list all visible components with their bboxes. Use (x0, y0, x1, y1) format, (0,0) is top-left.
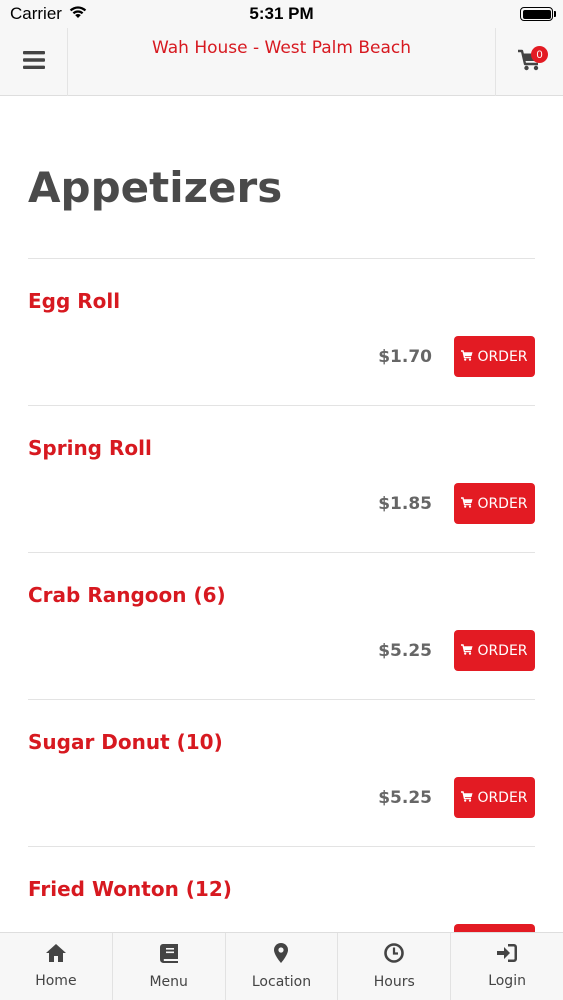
tab-menu[interactable]: Menu (113, 933, 226, 1000)
tab-location[interactable]: Location (226, 933, 339, 1000)
status-left: Carrier (10, 4, 170, 24)
cart-count-badge: 0 (531, 46, 548, 63)
tab-label: Login (488, 973, 526, 989)
item-name[interactable]: Fried Wonton (12) (28, 877, 232, 901)
item-order-row: $5.25 ORDER (378, 630, 535, 671)
hamburger-icon (22, 50, 45, 74)
tab-label: Menu (149, 973, 188, 990)
tab-label: Location (251, 974, 312, 990)
menu-item[interactable]: Sugar Donut (10) $5.25 ORDER (28, 700, 535, 847)
order-button[interactable]: ORDER (454, 777, 535, 818)
item-order-row: $1.85 ORDER (378, 483, 535, 524)
wifi-icon (68, 4, 88, 24)
status-time: 5:31 PM (249, 4, 314, 23)
order-label: ORDER (477, 642, 528, 659)
cart-plus-icon (461, 643, 473, 659)
item-name[interactable]: Egg Roll (28, 289, 120, 313)
carrier-label: Carrier (10, 4, 62, 23)
tab-login[interactable]: Login (451, 933, 563, 1000)
bottom-tab-bar: Home Menu Location Hours Login (0, 932, 563, 1000)
order-button[interactable]: ORDER (454, 336, 535, 377)
item-price: $1.70 (378, 346, 432, 367)
item-name[interactable]: Sugar Donut (10) (28, 730, 223, 754)
page-title: Wah House - West Palm Beach (152, 38, 411, 58)
item-price: $1.85 (378, 493, 432, 514)
section-title: Appetizers (28, 163, 283, 212)
nav-bar: Wah House - West Palm Beach 0 (0, 28, 563, 96)
order-label: ORDER (477, 495, 528, 512)
book-icon (159, 943, 178, 968)
status-bar: Carrier 5:31 PM (0, 0, 563, 28)
menu-item[interactable]: Fried Wonton (12) ORDER (28, 847, 535, 932)
map-pin-icon (274, 943, 289, 968)
order-button[interactable]: ORDER (454, 483, 535, 524)
item-order-row: ORDER (432, 924, 535, 932)
tab-home[interactable]: Home (0, 933, 113, 1000)
item-name[interactable]: Spring Roll (28, 436, 152, 460)
sign-in-icon (497, 944, 518, 967)
menu-item[interactable]: Spring Roll $1.85 ORDER (28, 406, 535, 553)
tab-hours[interactable]: Hours (338, 933, 452, 1000)
cart-plus-icon (461, 349, 473, 365)
item-order-row: $5.25 ORDER (378, 777, 535, 818)
tab-label: Hours (373, 974, 415, 990)
battery-icon (520, 7, 556, 21)
menu-item[interactable]: Egg Roll $1.70 ORDER (28, 259, 535, 406)
cart-button[interactable]: 0 (495, 28, 563, 96)
cart-plus-icon (461, 496, 473, 512)
item-price: $5.25 (378, 787, 432, 808)
menu-content: Appetizers Egg Roll $1.70 ORDER Spring R… (28, 96, 535, 932)
menu-item[interactable]: Crab Rangoon (6) $5.25 ORDER (28, 553, 535, 700)
item-order-row: $1.70 ORDER (378, 336, 535, 377)
hamburger-menu-button[interactable] (0, 28, 68, 96)
item-price: $5.25 (378, 640, 432, 661)
order-label: ORDER (477, 348, 528, 365)
clock-icon (384, 943, 405, 968)
order-button[interactable]: ORDER (454, 630, 535, 671)
order-label: ORDER (477, 789, 528, 806)
item-name[interactable]: Crab Rangoon (6) (28, 583, 226, 607)
cart-plus-icon (461, 790, 473, 806)
home-icon (45, 944, 66, 967)
tab-label: Home (35, 973, 77, 989)
order-button[interactable]: ORDER (454, 924, 535, 932)
status-right (393, 7, 556, 21)
